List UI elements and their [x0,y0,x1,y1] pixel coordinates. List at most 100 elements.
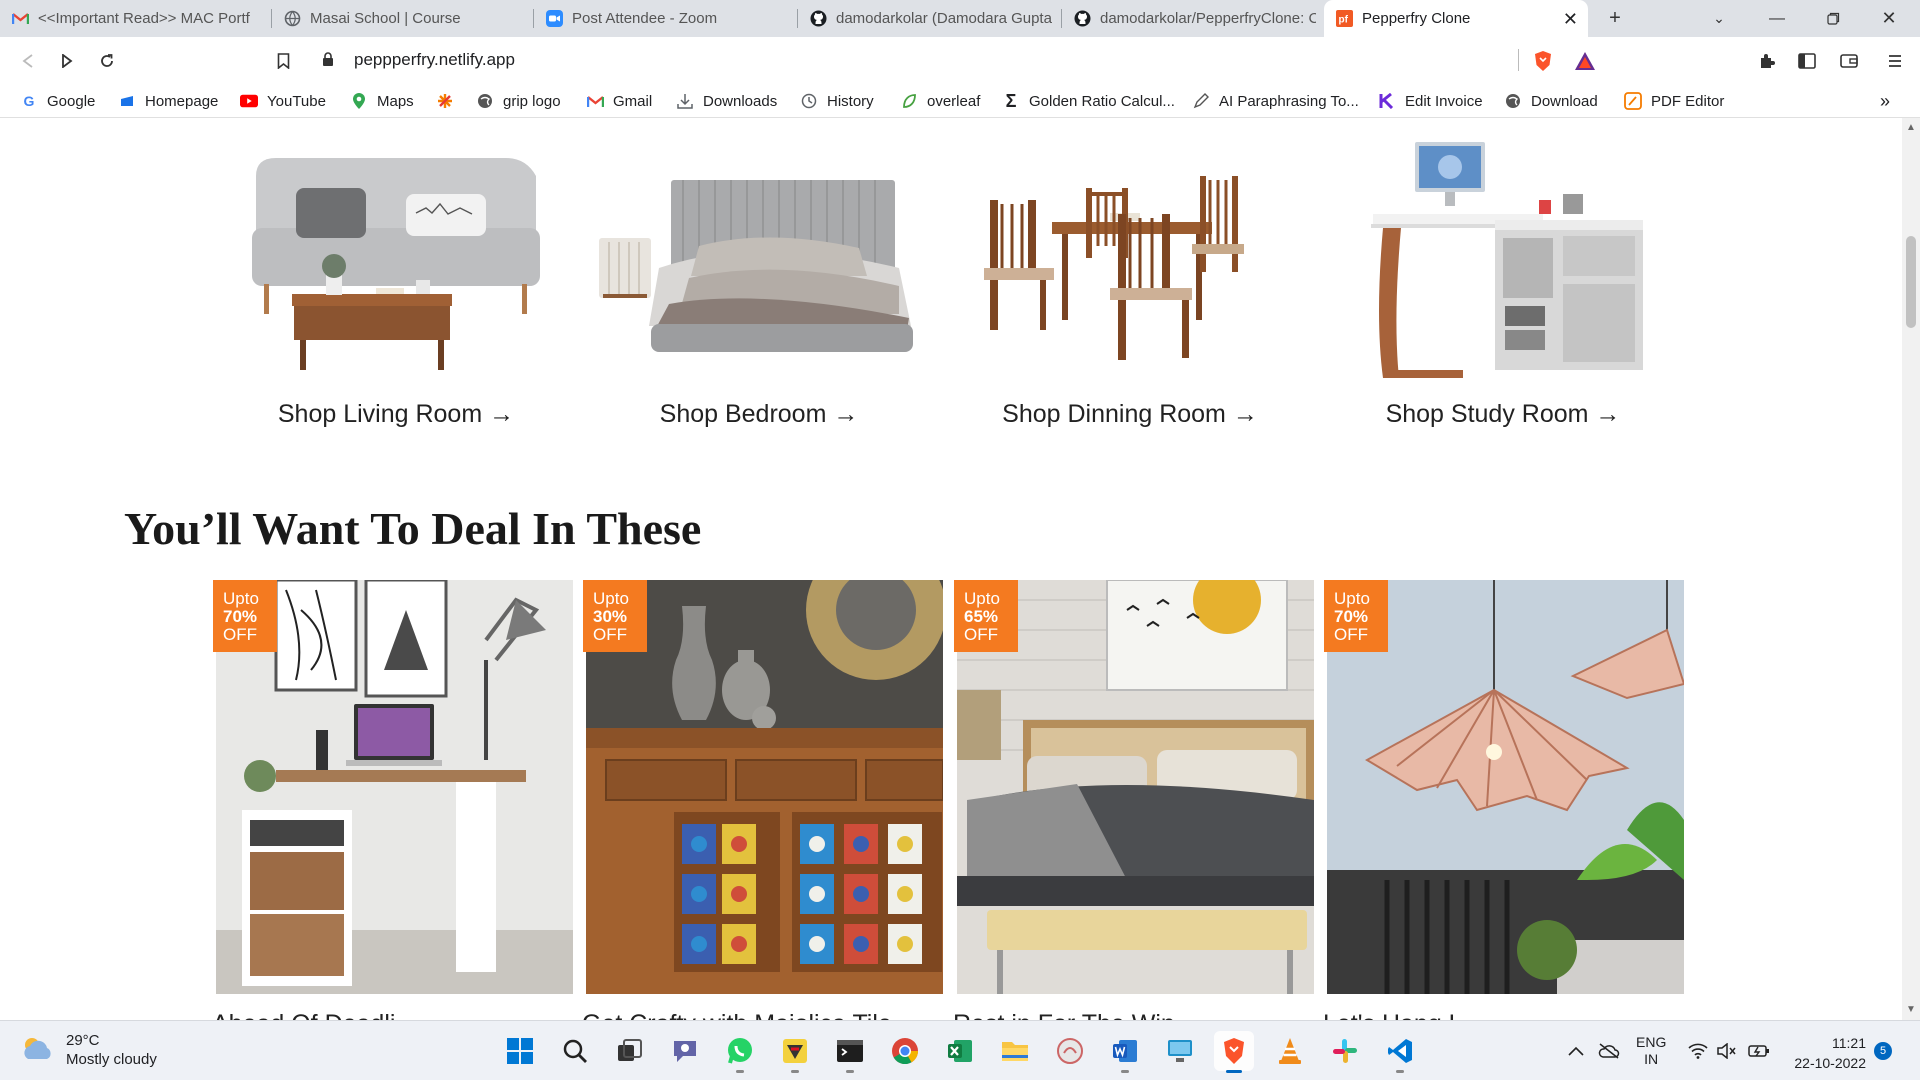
bookmark-maps[interactable]: Maps [350,84,414,118]
cloud-icon [20,1035,54,1066]
volume-muted-icon[interactable] [1716,1021,1736,1080]
bookmark-unnamed[interactable] [436,84,463,118]
shop-bedroom-link[interactable]: Shop Bedroom → [599,400,919,429]
close-tab-icon[interactable]: ✕ [1563,9,1578,30]
start-button[interactable] [500,1031,540,1071]
bookmark-edit-invoice[interactable]: Edit Invoice [1378,84,1483,118]
tile-pattern [691,886,707,902]
tab-search-chevron-icon[interactable]: ⌄ [1702,0,1736,37]
brave-browser-icon[interactable] [1214,1031,1254,1073]
study-room-image[interactable] [1343,118,1663,378]
weather-widget[interactable]: 29°C Mostly cloudy [20,1031,157,1069]
search-icon[interactable] [555,1031,595,1071]
wallet-icon[interactable] [1834,37,1864,84]
bookmark-golden-ratio[interactable]: Σ Golden Ratio Calcul... [1002,84,1175,118]
deal-card[interactable]: Upto 70% OFF Let's Hang L... [1323,580,1684,1020]
bookmark-page-icon[interactable] [268,37,298,84]
vscode-icon[interactable] [1380,1031,1420,1073]
scroll-up-icon[interactable]: ▲ [1906,122,1916,133]
new-tab-button[interactable]: + [1598,0,1632,37]
remote-desktop-icon[interactable] [1160,1031,1200,1071]
extensions-icon[interactable] [1752,37,1782,84]
bedroom-image[interactable] [599,118,919,378]
discount-badge: Upto 70% OFF [213,580,277,652]
bookmark-label: Homepage [145,92,219,110]
room-card-dining[interactable]: Shop Dinning Room → [970,118,1290,438]
lock-icon[interactable] [322,52,334,72]
deal-card[interactable]: Upto 70% OFF Ahead Of Deadli... [212,580,573,1020]
brave-rewards-icon[interactable] [1570,37,1600,84]
deal-caption[interactable]: Rest in For The Win... [953,1010,1196,1020]
restore-icon[interactable] [1810,0,1856,37]
address-bar[interactable]: peppperfry.netlify.app [300,43,1600,77]
whatsapp-icon[interactable] [720,1031,760,1073]
tab-github-profile[interactable]: damodarkolar (Damodara Gupta [798,0,1062,37]
tray-chevron-icon[interactable] [1568,1021,1584,1080]
minimize-icon[interactable]: — [1754,0,1800,37]
tile-pattern [731,886,747,902]
bookmark-homepage[interactable]: Homepage [118,84,218,118]
slack-icon[interactable] [1325,1031,1365,1071]
close-window-icon[interactable]: ✕ [1866,0,1912,37]
more-bookmarks-button[interactable]: » [1880,84,1890,118]
shop-living-room-link[interactable]: Shop Living Room → [236,400,556,429]
notification-count-badge[interactable]: 5 [1874,1042,1892,1060]
scrollbar-thumb[interactable] [1906,236,1916,328]
tab-pepperfry[interactable]: pf Pepperfry Clone ✕ [1324,0,1588,37]
reload-icon[interactable] [92,37,122,84]
room-card-study[interactable]: Shop Study Room → [1343,118,1663,438]
deal-caption[interactable]: Ahead Of Deadli... [212,1010,416,1020]
battery-charging-icon[interactable] [1748,1021,1770,1080]
bookmark-pdf-editor[interactable]: PDF Editor [1624,84,1724,118]
dining-room-image[interactable] [970,118,1290,378]
tile-pattern [897,936,913,952]
living-room-image[interactable] [236,118,556,378]
tab-zoom[interactable]: Post Attendee - Zoom [534,0,798,37]
language-indicator[interactable]: ENG IN [1636,1021,1666,1080]
bookmark-ai-paraphrasing[interactable]: AI Paraphrasing To... [1192,84,1359,118]
bookmark-download[interactable]: Download [1504,84,1598,118]
room-card-bedroom[interactable]: Shop Bedroom → [599,118,919,438]
bookmark-grip-logo[interactable]: grip logo [476,84,561,118]
excel-icon[interactable] [940,1031,980,1071]
task-view-icon[interactable] [610,1031,650,1071]
bookmark-gmail[interactable]: Gmail [586,84,652,118]
teams-chat-icon[interactable] [665,1031,705,1071]
deal-card[interactable]: Upto 65% OFF Rest in For The Win... [953,580,1314,1020]
terminal-icon[interactable] [830,1031,870,1073]
word-icon[interactable] [1105,1031,1145,1073]
deal-card[interactable]: Upto 30% OFF Get Crafty with Majolica Ti… [582,580,943,1020]
tab-gmail[interactable]: <<Important Read>> MAC Portf [0,0,272,37]
back-icon[interactable] [13,37,43,84]
deal-caption[interactable]: Get Crafty with Majolica Tile... [582,1010,913,1020]
brave-shield-icon[interactable] [1528,37,1558,84]
divider [1518,49,1519,71]
chrome-icon[interactable] [885,1031,925,1071]
bookmark-downloads[interactable]: Downloads [676,84,777,118]
bookmark-history[interactable]: History [800,84,874,118]
bookmark-youtube[interactable]: YouTube [240,84,326,118]
bookmark-overleaf[interactable]: overleaf [900,84,980,118]
url-text[interactable]: peppperfry.netlify.app [354,50,515,70]
app-icon-yellow[interactable] [775,1031,815,1073]
deal-caption[interactable]: Let's Hang L... [1323,1010,1483,1020]
bookmark-google[interactable]: G Google [20,84,96,118]
badge-percent: 70% [223,607,258,626]
shop-dining-room-link[interactable]: Shop Dinning Room → [970,400,1290,429]
page-scrollbar[interactable]: ▲ ▼ [1902,118,1920,1020]
scroll-down-icon[interactable]: ▼ [1906,1004,1916,1015]
sidebar-icon[interactable] [1792,37,1822,84]
vlc-icon[interactable] [1270,1031,1310,1071]
menu-icon[interactable] [1880,37,1910,84]
sigma-icon: Σ [1005,90,1017,111]
app-icon-round[interactable] [1050,1031,1090,1071]
tab-masai[interactable]: Masai School | Course [272,0,534,37]
system-clock[interactable]: 11:21 22-10-2022 [1786,1033,1866,1073]
room-card-living[interactable]: Shop Living Room → [236,118,556,438]
wifi-icon[interactable] [1688,1021,1708,1080]
file-explorer-icon[interactable] [995,1031,1035,1071]
onedrive-offline-icon[interactable] [1598,1021,1620,1080]
shop-study-room-link[interactable]: Shop Study Room → [1343,400,1663,429]
forward-icon[interactable] [52,37,82,84]
tab-github-repo[interactable]: damodarkolar/PepperfryClone: C [1062,0,1326,37]
